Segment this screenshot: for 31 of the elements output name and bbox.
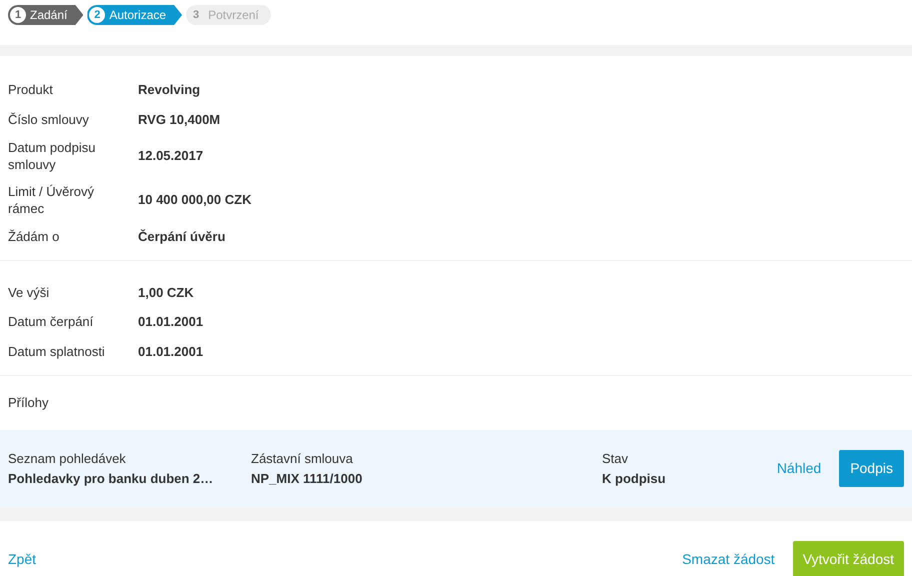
column-label: Seznam pohledávek — [8, 450, 127, 468]
field-value: 01.01.2001 — [138, 342, 204, 360]
field-label: Produkt — [8, 81, 54, 98]
column-value: NP_MIX 1111/1000 — [251, 470, 364, 488]
column-value: Pohledavky pro banku duben 2… — [8, 470, 214, 488]
wizard-step[interactable]: 3 Potvrzení — [186, 5, 271, 25]
back-link[interactable]: Zpět — [8, 549, 36, 570]
column-label: Stav — [602, 450, 630, 468]
column-value: K podpisu — [602, 470, 667, 488]
field-value: 01.01.2001 — [138, 313, 204, 331]
wizard-step[interactable]: 2 Autorizace — [87, 5, 182, 25]
field-value: Čerpání úvěru — [138, 228, 226, 246]
wizard-step[interactable]: 1 Zadání — [8, 5, 84, 25]
preview-link[interactable]: Náhled — [776, 458, 822, 479]
field-value: Revolving — [138, 81, 200, 99]
field-value: 1,00 CZK — [138, 284, 194, 302]
field-label: Číslo smlouvy — [8, 110, 90, 128]
create-button[interactable]: Vytvořit žádost — [792, 541, 904, 576]
field-label: Ve výši — [8, 284, 50, 301]
delete-link[interactable]: Smazat žádost — [682, 549, 775, 570]
field-label: Limit / Úvěrový rámec — [8, 183, 95, 217]
field-value: RVG 10,400M — [138, 110, 220, 128]
field-label: Žádám o — [8, 228, 60, 246]
field-value: 12.05.2017 — [138, 147, 204, 166]
field-label: Datum čerpání — [8, 313, 94, 330]
field-value: 10 400 000,00 CZK — [138, 191, 252, 210]
sign-button[interactable]: Podpis — [839, 450, 904, 487]
column-label: Zástavní smlouva — [251, 450, 354, 468]
field-label: Datum podpisu smlouvy — [8, 139, 96, 173]
section-title: Přílohy — [8, 395, 48, 410]
field-label: Datum splatnosti — [8, 342, 106, 360]
